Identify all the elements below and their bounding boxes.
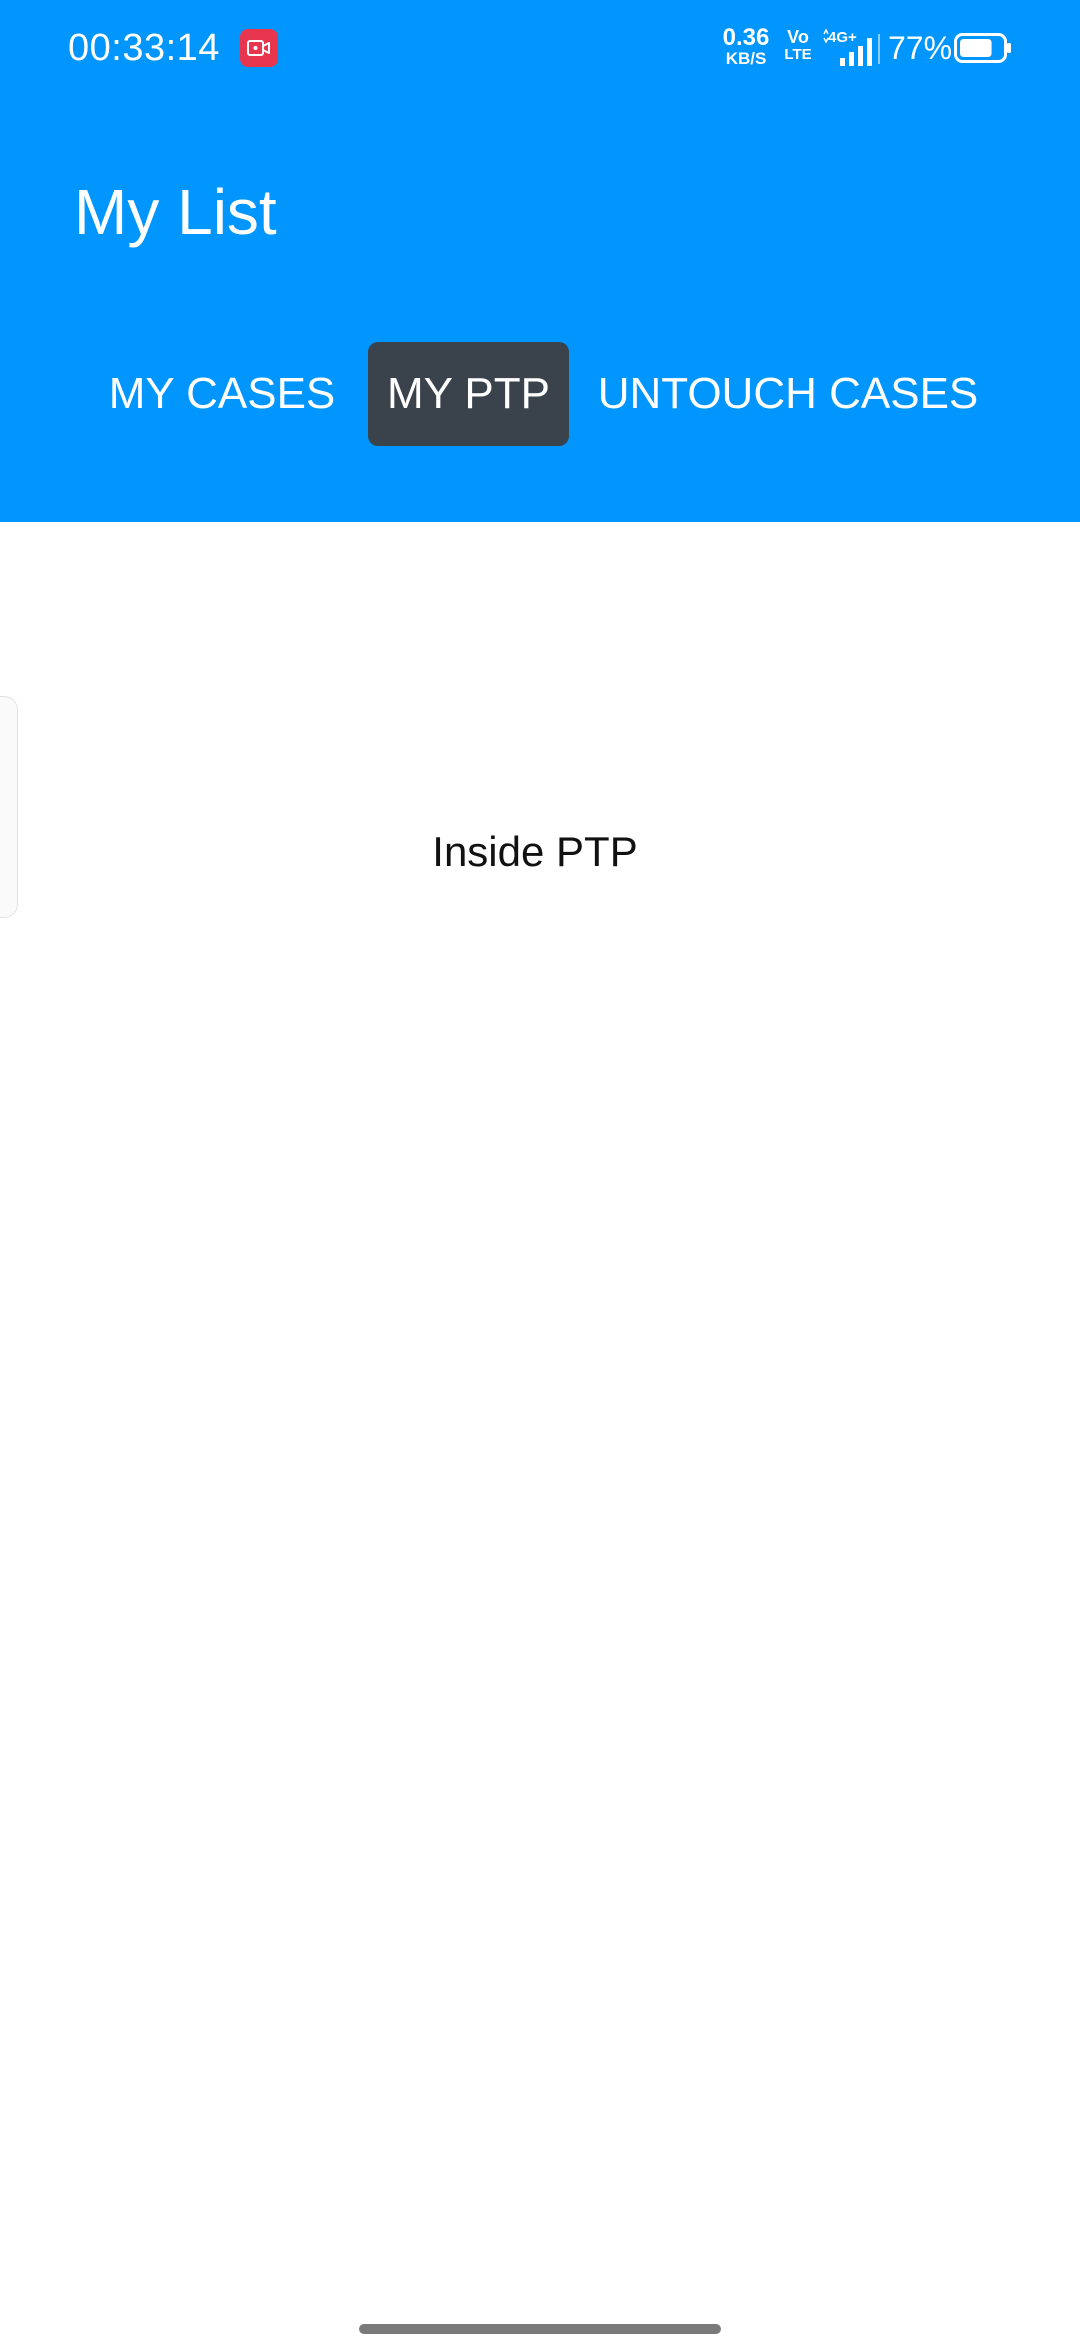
network-speed: 0.36 KB/S [718,26,774,68]
tab-my-ptp[interactable]: MY PTP [368,342,569,446]
battery-icon [954,33,1011,63]
status-bar: 00:33:14 0.36 KB/S Vo LTE 4G+ 77% [0,0,1080,96]
app-header: 00:33:14 0.36 KB/S Vo LTE 4G+ 77% My Lis… [0,0,1080,522]
battery-percent: 77% [888,30,953,66]
network-type-label: 4G+ [828,29,857,46]
content-message: Inside PTP [432,828,638,875]
home-indicator[interactable] [359,2324,721,2334]
screen: 00:33:14 0.36 KB/S Vo LTE 4G+ 77% My Lis… [0,0,1080,2340]
tab-untouch-cases[interactable]: UNTOUCH CASES [596,342,980,446]
page-title: My List [74,176,277,248]
status-time: 00:33:14 [68,27,220,69]
network-speed-value: 0.36 [722,24,770,51]
volte-indicator: Vo LTE [784,28,812,63]
volte-top-label: Vo [787,27,809,47]
tab-bar: MY CASES MY PTP UNTOUCH CASES [0,342,1080,446]
network-speed-unit: KB/S [725,49,767,68]
screen-record-icon [240,29,278,67]
tab-my-cases[interactable]: MY CASES [100,342,344,446]
status-divider [878,34,880,64]
signal-strength-icon: 4G+ [823,28,872,66]
volte-bottom-label: LTE [784,46,812,63]
side-drawer-handle[interactable] [0,696,18,918]
